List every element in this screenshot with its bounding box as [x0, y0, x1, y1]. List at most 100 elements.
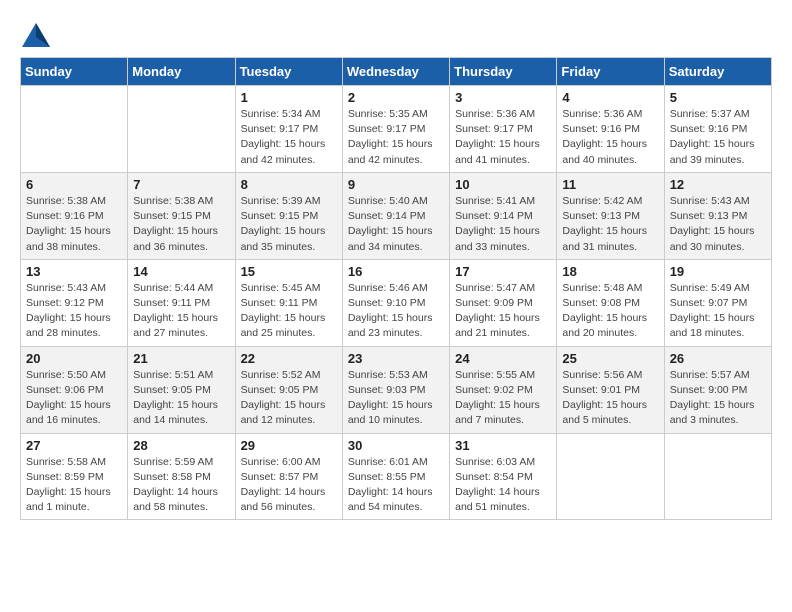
calendar-cell: 20Sunrise: 5:50 AM Sunset: 9:06 PM Dayli… — [21, 346, 128, 433]
calendar-cell — [128, 86, 235, 173]
day-number: 7 — [133, 177, 229, 192]
calendar-cell: 9 Sunrise: 5:40 AM Sunset: 9:14 PM Daylig… — [342, 172, 449, 259]
day-number: 17 — [455, 264, 551, 279]
col-header-tuesday: Tuesday — [235, 58, 342, 86]
calendar-cell: 10 Sunrise: 5:41 AM Sunset: 9:14 PM Dayli… — [450, 172, 557, 259]
calendar-cell: 22 Sunrise: 5:52 AM Sunset: 9:05 PM Dayli… — [235, 346, 342, 433]
calendar-week-row: 20Sunrise: 5:50 AM Sunset: 9:06 PM Dayli… — [21, 346, 772, 433]
page-header — [20, 20, 772, 41]
calendar-table: SundayMondayTuesdayWednesdayThursdayFrid… — [20, 57, 772, 520]
day-info: Sunrise: 5:58 AM Sunset: 8:59 PM Dayligh… — [26, 455, 122, 516]
calendar-cell: 1Sunrise: 5:34 AM Sunset: 9:17 PM Daylig… — [235, 86, 342, 173]
calendar-cell: 2 Sunrise: 5:35 AM Sunset: 9:17 PM Daylig… — [342, 86, 449, 173]
calendar-week-row: 1Sunrise: 5:34 AM Sunset: 9:17 PM Daylig… — [21, 86, 772, 173]
col-header-wednesday: Wednesday — [342, 58, 449, 86]
calendar-cell: 28 Sunrise: 5:59 AM Sunset: 8:58 PM Dayli… — [128, 433, 235, 520]
day-info: Sunrise: 5:51 AM Sunset: 9:05 PM Dayligh… — [133, 368, 229, 429]
calendar-cell: 30 Sunrise: 6:01 AM Sunset: 8:55 PM Dayli… — [342, 433, 449, 520]
calendar-cell — [664, 433, 771, 520]
day-info: Sunrise: 5:56 AM Sunset: 9:01 PM Dayligh… — [562, 368, 658, 429]
calendar-week-row: 6 Sunrise: 5:38 AM Sunset: 9:16 PM Daylig… — [21, 172, 772, 259]
day-info: Sunrise: 5:42 AM Sunset: 9:13 PM Dayligh… — [562, 194, 658, 255]
day-number: 2 — [348, 90, 444, 105]
day-info: Sunrise: 5:49 AM Sunset: 9:07 PM Dayligh… — [670, 281, 766, 342]
calendar-cell: 4 Sunrise: 5:36 AM Sunset: 9:16 PM Daylig… — [557, 86, 664, 173]
calendar-cell: 29 Sunrise: 6:00 AM Sunset: 8:57 PM Dayli… — [235, 433, 342, 520]
day-number: 31 — [455, 438, 551, 453]
calendar-cell: 25 Sunrise: 5:56 AM Sunset: 9:01 PM Dayli… — [557, 346, 664, 433]
calendar-cell: 21 Sunrise: 5:51 AM Sunset: 9:05 PM Dayli… — [128, 346, 235, 433]
day-info: Sunrise: 5:48 AM Sunset: 9:08 PM Dayligh… — [562, 281, 658, 342]
calendar-cell: 5 Sunrise: 5:37 AM Sunset: 9:16 PM Daylig… — [664, 86, 771, 173]
day-number: 28 — [133, 438, 229, 453]
day-info: Sunrise: 5:38 AM Sunset: 9:16 PM Dayligh… — [26, 194, 122, 255]
day-number: 20 — [26, 351, 122, 366]
day-info: Sunrise: 6:03 AM Sunset: 8:54 PM Dayligh… — [455, 455, 551, 516]
day-number: 9 — [348, 177, 444, 192]
day-number: 27 — [26, 438, 122, 453]
day-info: Sunrise: 5:52 AM Sunset: 9:05 PM Dayligh… — [241, 368, 337, 429]
calendar-cell: 11 Sunrise: 5:42 AM Sunset: 9:13 PM Dayli… — [557, 172, 664, 259]
day-number: 21 — [133, 351, 229, 366]
day-info: Sunrise: 5:45 AM Sunset: 9:11 PM Dayligh… — [241, 281, 337, 342]
day-number: 30 — [348, 438, 444, 453]
logo — [20, 20, 52, 41]
day-info: Sunrise: 5:46 AM Sunset: 9:10 PM Dayligh… — [348, 281, 444, 342]
day-number: 15 — [241, 264, 337, 279]
calendar-cell: 23Sunrise: 5:53 AM Sunset: 9:03 PM Dayli… — [342, 346, 449, 433]
calendar-cell: 31 Sunrise: 6:03 AM Sunset: 8:54 PM Dayli… — [450, 433, 557, 520]
day-info: Sunrise: 5:36 AM Sunset: 9:16 PM Dayligh… — [562, 107, 658, 168]
day-number: 23 — [348, 351, 444, 366]
day-info: Sunrise: 5:40 AM Sunset: 9:14 PM Dayligh… — [348, 194, 444, 255]
day-info: Sunrise: 6:00 AM Sunset: 8:57 PM Dayligh… — [241, 455, 337, 516]
day-info: Sunrise: 5:37 AM Sunset: 9:16 PM Dayligh… — [670, 107, 766, 168]
day-info: Sunrise: 5:38 AM Sunset: 9:15 PM Dayligh… — [133, 194, 229, 255]
day-info: Sunrise: 5:41 AM Sunset: 9:14 PM Dayligh… — [455, 194, 551, 255]
day-info: Sunrise: 6:01 AM Sunset: 8:55 PM Dayligh… — [348, 455, 444, 516]
calendar-cell: 26Sunrise: 5:57 AM Sunset: 9:00 PM Dayli… — [664, 346, 771, 433]
day-info: Sunrise: 5:35 AM Sunset: 9:17 PM Dayligh… — [348, 107, 444, 168]
day-info: Sunrise: 5:44 AM Sunset: 9:11 PM Dayligh… — [133, 281, 229, 342]
calendar-cell: 14 Sunrise: 5:44 AM Sunset: 9:11 PM Dayli… — [128, 259, 235, 346]
day-info: Sunrise: 5:39 AM Sunset: 9:15 PM Dayligh… — [241, 194, 337, 255]
calendar-cell: 17 Sunrise: 5:47 AM Sunset: 9:09 PM Dayli… — [450, 259, 557, 346]
day-number: 1 — [241, 90, 337, 105]
day-number: 11 — [562, 177, 658, 192]
calendar-cell: 8 Sunrise: 5:39 AM Sunset: 9:15 PM Daylig… — [235, 172, 342, 259]
day-number: 12 — [670, 177, 766, 192]
day-number: 29 — [241, 438, 337, 453]
day-number: 19 — [670, 264, 766, 279]
calendar-cell: 24Sunrise: 5:55 AM Sunset: 9:02 PM Dayli… — [450, 346, 557, 433]
day-number: 25 — [562, 351, 658, 366]
day-number: 10 — [455, 177, 551, 192]
calendar-cell: 16 Sunrise: 5:46 AM Sunset: 9:10 PM Dayli… — [342, 259, 449, 346]
logo-icon — [20, 21, 48, 41]
calendar-cell: 7 Sunrise: 5:38 AM Sunset: 9:15 PM Daylig… — [128, 172, 235, 259]
calendar-cell — [557, 433, 664, 520]
day-number: 6 — [26, 177, 122, 192]
day-info: Sunrise: 5:36 AM Sunset: 9:17 PM Dayligh… — [455, 107, 551, 168]
day-number: 14 — [133, 264, 229, 279]
calendar-cell: 27 Sunrise: 5:58 AM Sunset: 8:59 PM Dayli… — [21, 433, 128, 520]
day-info: Sunrise: 5:43 AM Sunset: 9:13 PM Dayligh… — [670, 194, 766, 255]
calendar-week-row: 27 Sunrise: 5:58 AM Sunset: 8:59 PM Dayli… — [21, 433, 772, 520]
day-number: 3 — [455, 90, 551, 105]
calendar-cell: 18Sunrise: 5:48 AM Sunset: 9:08 PM Dayli… — [557, 259, 664, 346]
day-number: 22 — [241, 351, 337, 366]
calendar-cell: 19 Sunrise: 5:49 AM Sunset: 9:07 PM Dayli… — [664, 259, 771, 346]
calendar-week-row: 13Sunrise: 5:43 AM Sunset: 9:12 PM Dayli… — [21, 259, 772, 346]
day-info: Sunrise: 5:47 AM Sunset: 9:09 PM Dayligh… — [455, 281, 551, 342]
day-number: 4 — [562, 90, 658, 105]
day-info: Sunrise: 5:57 AM Sunset: 9:00 PM Dayligh… — [670, 368, 766, 429]
day-number: 8 — [241, 177, 337, 192]
calendar-header-row: SundayMondayTuesdayWednesdayThursdayFrid… — [21, 58, 772, 86]
col-header-friday: Friday — [557, 58, 664, 86]
day-info: Sunrise: 5:55 AM Sunset: 9:02 PM Dayligh… — [455, 368, 551, 429]
col-header-saturday: Saturday — [664, 58, 771, 86]
col-header-thursday: Thursday — [450, 58, 557, 86]
calendar-cell: 13Sunrise: 5:43 AM Sunset: 9:12 PM Dayli… — [21, 259, 128, 346]
col-header-sunday: Sunday — [21, 58, 128, 86]
day-number: 16 — [348, 264, 444, 279]
day-info: Sunrise: 5:59 AM Sunset: 8:58 PM Dayligh… — [133, 455, 229, 516]
day-number: 5 — [670, 90, 766, 105]
